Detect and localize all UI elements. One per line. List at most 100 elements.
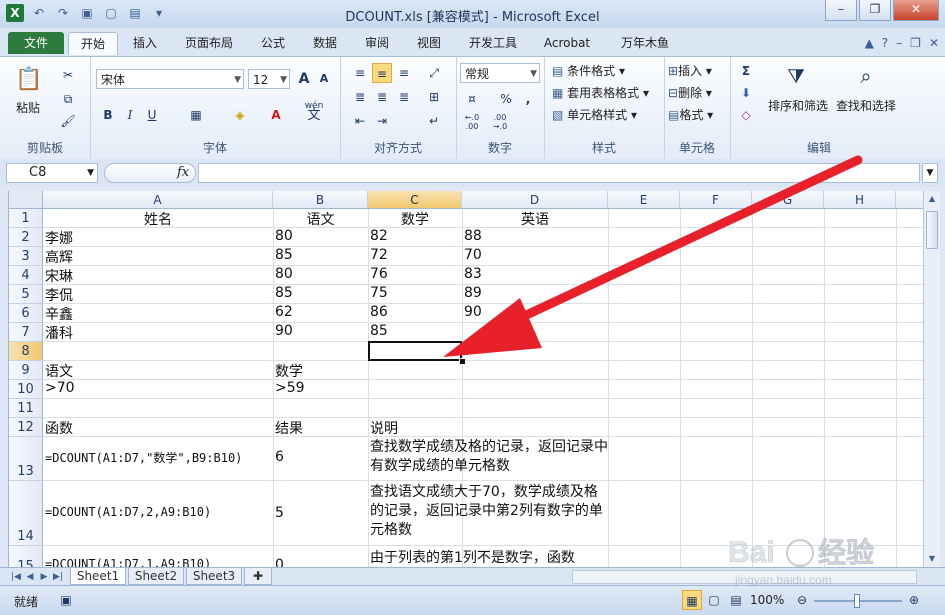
row-header-2[interactable]: 2 — [9, 228, 43, 247]
cell-d4[interactable]: 83 — [464, 266, 482, 282]
cell-b9[interactable]: 数学 — [275, 361, 303, 381]
align-right-icon[interactable]: ≣ — [394, 87, 414, 107]
currency-icon[interactable]: ¤ — [462, 89, 482, 109]
cell-d3[interactable]: 70 — [464, 247, 482, 263]
align-top-icon[interactable]: ≡ — [350, 63, 370, 83]
find-select-button[interactable]: 查找和选择 — [836, 97, 896, 114]
phonetic-icon[interactable]: wén 文 — [304, 101, 324, 122]
cell-b14[interactable]: 5 — [275, 505, 284, 521]
active-cell-selection[interactable] — [368, 341, 462, 361]
cell-c3[interactable]: 72 — [370, 247, 388, 263]
font-name-combo[interactable]: 宋体 ▼ — [96, 69, 244, 89]
cell-d5[interactable]: 89 — [464, 285, 482, 301]
restore-button[interactable]: ❐ — [859, 0, 891, 21]
row-header-3[interactable]: 3 — [9, 247, 43, 266]
close-button[interactable]: ✕ — [893, 0, 939, 21]
cell-a10[interactable]: >70 — [45, 380, 75, 396]
decrease-decimal-icon[interactable]: .00 →.0 — [490, 113, 510, 133]
cell-c14[interactable]: 查找语文成绩大于70，数学成绩及格的记录，返回记录中第2列有数字的单元格数 — [370, 483, 608, 545]
cell-b5[interactable]: 85 — [275, 285, 293, 301]
sheet-tab-1[interactable]: Sheet1 — [70, 568, 126, 585]
row-header-1[interactable]: 1 — [9, 209, 43, 228]
cell-c4[interactable]: 76 — [370, 266, 388, 282]
shrink-font-icon[interactable]: A — [314, 69, 334, 89]
wrap-text-icon[interactable]: ↵ — [424, 111, 444, 131]
first-sheet-icon[interactable]: |◀ — [10, 570, 22, 584]
cell-b12[interactable]: 结果 — [275, 418, 303, 438]
clear-icon[interactable]: ◇ — [736, 105, 756, 125]
cell-b3[interactable]: 85 — [275, 247, 293, 263]
vertical-scroll-thumb[interactable] — [926, 211, 938, 249]
orientation-icon[interactable]: ⤢ — [424, 63, 444, 83]
row-header-4[interactable]: 4 — [9, 266, 43, 285]
column-header-e[interactable]: E — [608, 191, 680, 209]
page-break-view-icon[interactable]: ▤ — [726, 590, 746, 610]
column-header-c[interactable]: C — [368, 191, 462, 209]
help-icon[interactable]: ? — [882, 36, 888, 50]
border-icon[interactable]: ▦ — [186, 105, 206, 125]
row-header-6[interactable]: 6 — [9, 304, 43, 323]
row-header-8[interactable]: 8 — [9, 342, 43, 361]
align-left-icon[interactable]: ≣ — [350, 87, 370, 107]
tab-insert[interactable]: 插入 — [124, 32, 166, 54]
cell-a5[interactable]: 李侃 — [45, 285, 73, 305]
cut-icon[interactable]: ✂ — [58, 65, 78, 85]
insert-function-icon[interactable]: fx — [177, 165, 189, 180]
window-restore-icon[interactable]: ❐ — [910, 36, 921, 50]
font-color-icon[interactable]: A — [266, 105, 286, 125]
binoculars-icon[interactable]: ⌕ — [852, 61, 880, 91]
italic-button[interactable]: I — [120, 105, 140, 125]
column-header-d[interactable]: D — [462, 191, 608, 209]
comma-button[interactable]: , — [518, 89, 538, 109]
minimize-button[interactable]: – — [825, 0, 857, 21]
font-size-combo[interactable]: 12 ▼ — [248, 69, 290, 89]
window-close-icon[interactable]: ✕ — [929, 36, 939, 50]
row-header-11[interactable]: 11 — [9, 399, 43, 418]
cell-b4[interactable]: 80 — [275, 266, 293, 282]
tab-file[interactable]: 文件 — [8, 32, 64, 54]
increase-indent-icon[interactable]: ⇥ — [372, 111, 392, 131]
increase-decimal-icon[interactable]: ←.0.00 — [462, 113, 482, 133]
cell-c7[interactable]: 85 — [370, 323, 388, 339]
worksheet-grid[interactable]: A B C D E F G H 1 2 3 4 5 6 7 8 9 10 11 … — [8, 191, 924, 567]
cell-a1[interactable]: 姓名 — [43, 209, 273, 227]
bold-button[interactable]: B — [98, 105, 118, 125]
cell-d2[interactable]: 88 — [464, 228, 482, 244]
zoom-slider-thumb[interactable] — [854, 594, 860, 608]
vertical-scrollbar[interactable]: ▲ ▼ — [923, 191, 940, 567]
cell-c13[interactable]: 查找数学成绩及格的记录，返回记录中有数学成绩的单元格数 — [370, 438, 608, 480]
format-as-table-button[interactable]: ▦ 套用表格格式 ▾ — [552, 84, 649, 101]
column-header-i[interactable] — [896, 191, 924, 209]
horizontal-scrollbar[interactable] — [572, 570, 917, 584]
insert-sheet-icon[interactable]: ✚ — [244, 568, 272, 585]
autosum-icon[interactable]: Σ — [736, 61, 756, 81]
grow-font-icon[interactable]: A — [294, 69, 314, 89]
number-format-combo[interactable]: 常规 ▼ — [460, 63, 540, 83]
fill-color-icon[interactable]: ◈ — [230, 105, 250, 125]
cell-b7[interactable]: 90 — [275, 323, 293, 339]
row-header-15[interactable]: 15 — [9, 546, 43, 567]
cell-a12[interactable]: 函数 — [45, 418, 73, 438]
cell-a13[interactable]: =DCOUNT(A1:D7,"数学",B9:B10) — [45, 449, 271, 466]
tab-wannian-muyu[interactable]: 万年木鱼 — [610, 32, 680, 54]
cell-b13[interactable]: 6 — [275, 449, 284, 465]
cell-a4[interactable]: 宋琳 — [45, 266, 73, 286]
column-header-g[interactable]: G — [752, 191, 824, 209]
prev-sheet-icon[interactable]: ◀ — [24, 570, 36, 584]
zoom-level[interactable]: 100% — [750, 593, 784, 607]
row-header-10[interactable]: 10 — [9, 380, 43, 399]
format-painter-icon[interactable]: 🖌 — [58, 111, 78, 131]
cell-a7[interactable]: 潘科 — [45, 323, 73, 343]
sheet-tab-2[interactable]: Sheet2 — [128, 568, 184, 585]
column-header-f[interactable]: F — [680, 191, 752, 209]
tab-page-layout[interactable]: 页面布局 — [176, 32, 242, 54]
scroll-down-icon[interactable]: ▼ — [924, 551, 940, 567]
insert-cells-button[interactable]: ⊞插入 ▾ — [668, 62, 712, 79]
cell-c5[interactable]: 75 — [370, 285, 388, 301]
cell-a2[interactable]: 李娜 — [45, 228, 73, 248]
cell-b6[interactable]: 62 — [275, 304, 293, 320]
tab-review[interactable]: 审阅 — [356, 32, 398, 54]
zoom-out-icon[interactable]: ⊖ — [792, 590, 812, 610]
tab-developer[interactable]: 开发工具 — [460, 32, 526, 54]
cell-c6[interactable]: 86 — [370, 304, 388, 320]
